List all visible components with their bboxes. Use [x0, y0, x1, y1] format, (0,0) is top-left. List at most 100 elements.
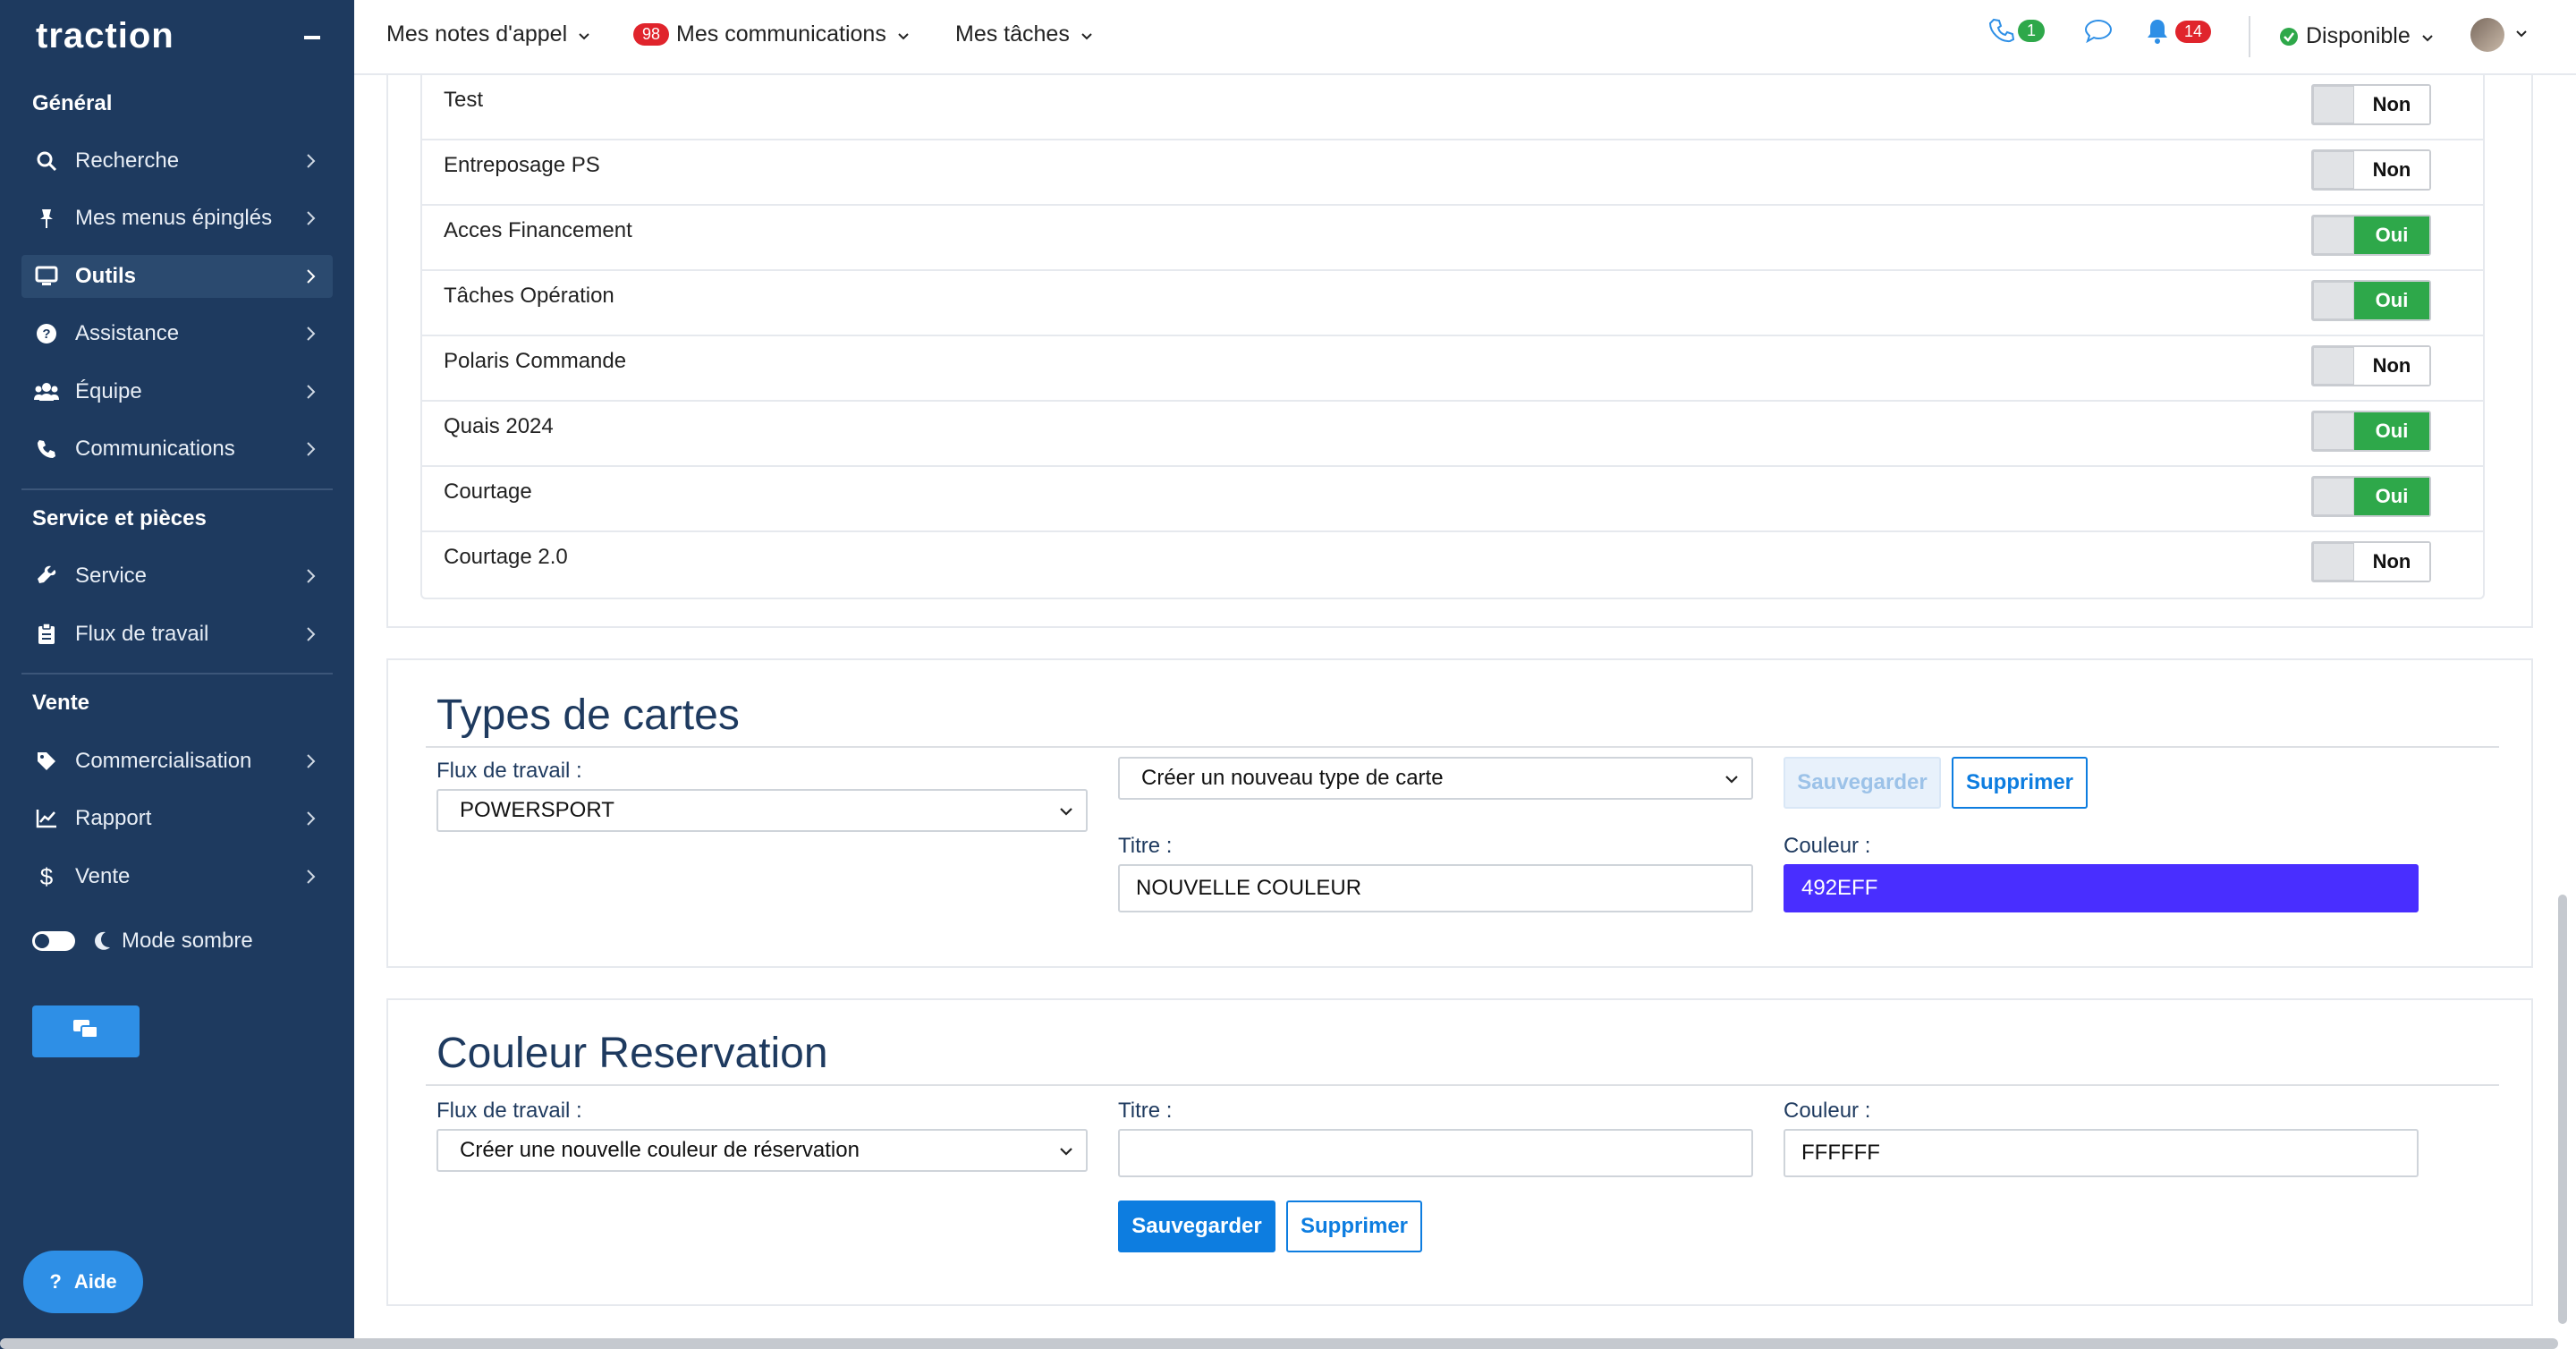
permission-toggle[interactable]: Non: [2311, 149, 2431, 191]
section-service: Service et pièces: [32, 506, 207, 530]
chevron-right-icon: [299, 806, 324, 831]
chevron-down-icon: [2515, 27, 2528, 43]
sidebar-item-recherche[interactable]: Recherche: [21, 140, 333, 182]
chevron-down-icon: [578, 21, 590, 47]
permission-label: Entreposage PS: [444, 153, 600, 177]
phone-status[interactable]: 1: [1989, 18, 2052, 43]
sidebar-item-service[interactable]: Service: [21, 555, 333, 598]
chevron-right-icon: [299, 264, 324, 289]
reservation-color-card: Couleur Reservation Flux de travail : Cr…: [386, 998, 2533, 1306]
moon-icon: [93, 931, 111, 951]
tasks-label: Mes tâches: [955, 21, 1070, 47]
communications-label: Mes communications: [676, 21, 886, 47]
sidebar-item-pinned[interactable]: Mes menus épinglés: [21, 197, 333, 240]
permission-row: Test Non: [422, 75, 2483, 140]
save-button-disabled[interactable]: Sauvegarder: [1784, 757, 1941, 809]
collapse-sidebar-button[interactable]: [304, 36, 320, 39]
vertical-scrollbar[interactable]: [2558, 895, 2567, 1324]
chevron-down-icon: [1080, 21, 1093, 47]
permission-row: Polaris Commande Non: [422, 336, 2483, 402]
permission-toggle[interactable]: Oui: [2311, 280, 2431, 321]
toggle-knob: [2313, 478, 2354, 515]
permission-row: Tâches Opération Oui: [422, 271, 2483, 336]
chevron-down-icon: [1057, 1141, 1075, 1167]
reservation-title: Couleur Reservation: [436, 1030, 828, 1077]
check-circle-icon: [2279, 27, 2299, 47]
permission-label: Courtage: [444, 479, 532, 504]
workflow-label: Flux de travail :: [436, 1099, 582, 1123]
toggle-label: Non: [2354, 151, 2429, 189]
workflow-select[interactable]: POWERSPORT: [436, 789, 1088, 832]
tag-icon: [34, 749, 59, 774]
permission-label: Test: [444, 88, 484, 112]
delete-button[interactable]: Supprimer: [1952, 757, 2088, 809]
permissions-table: Test Non Entreposage PS Non Acces Financ…: [420, 75, 2485, 599]
horizontal-scrollbar[interactable]: [0, 1338, 2558, 1349]
tasks-menu[interactable]: Mes tâches: [955, 21, 1093, 47]
toggle-knob: [2313, 86, 2354, 123]
card-type-select[interactable]: Créer un nouveau type de carte: [1118, 757, 1753, 800]
permission-toggle[interactable]: Oui: [2311, 215, 2431, 256]
color-label: Couleur :: [1784, 1099, 1871, 1123]
sidebar-item-commercialisation[interactable]: Commercialisation: [21, 740, 333, 783]
chevron-right-icon: [299, 437, 324, 462]
sidebar-item-label: Assistance: [75, 321, 180, 345]
topbar-divider: [2249, 16, 2250, 57]
toggle-label: Oui: [2354, 216, 2429, 254]
permission-toggle[interactable]: Oui: [2311, 411, 2431, 452]
sidebar-item-equipe[interactable]: Équipe: [21, 370, 333, 413]
permission-row: Courtage Oui: [422, 467, 2483, 532]
reservation-title-input[interactable]: [1118, 1129, 1753, 1177]
communications-badge: 98: [633, 23, 670, 46]
notifications[interactable]: 14: [2145, 18, 2218, 45]
workflow-label: Flux de travail :: [436, 759, 582, 783]
chat-button[interactable]: [32, 1005, 140, 1057]
permission-row: Courtage 2.0 Non: [422, 532, 2483, 598]
chevron-down-icon: [1057, 802, 1075, 827]
dark-mode-toggle[interactable]: [32, 931, 75, 951]
sidebar-item-outils[interactable]: Outils: [21, 255, 333, 298]
reservation-delete-button[interactable]: Supprimer: [1286, 1201, 1422, 1252]
permission-row: Acces Financement Oui: [422, 206, 2483, 271]
permission-label: Courtage 2.0: [444, 545, 568, 569]
color-input[interactable]: 492EFF: [1784, 864, 2419, 912]
title-input[interactable]: NOUVELLE COULEUR: [1118, 864, 1753, 912]
sidebar-item-communications[interactable]: Communications: [21, 428, 333, 471]
clipboard-icon: [34, 622, 59, 647]
toggle-knob: [2313, 347, 2354, 385]
notifications-badge: 14: [2175, 20, 2212, 43]
toggle-knob: [2313, 282, 2354, 319]
communications-menu[interactable]: 98 Mes communications: [633, 21, 910, 47]
chat-icon-button[interactable]: [2084, 18, 2113, 43]
permission-toggle[interactable]: Non: [2311, 84, 2431, 125]
sidebar-item-vente[interactable]: $ Vente: [21, 855, 333, 898]
toggle-label: Non: [2354, 86, 2429, 123]
card-types-title: Types de cartes: [436, 691, 740, 739]
permission-row: Quais 2024 Oui: [422, 402, 2483, 467]
dark-mode-label: Mode sombre: [122, 929, 253, 953]
section-general: Général: [32, 91, 113, 115]
reservation-color-input[interactable]: FFFFFF: [1784, 1129, 2419, 1177]
sidebar-item-assistance[interactable]: ? Assistance: [21, 312, 333, 355]
sidebar-item-rapport[interactable]: Rapport: [21, 797, 333, 840]
permission-toggle[interactable]: Oui: [2311, 476, 2431, 517]
svg-text:?: ?: [42, 327, 50, 342]
status-label: Disponible: [2306, 23, 2411, 48]
reservation-workflow-select[interactable]: Créer une nouvelle couleur de réservatio…: [436, 1129, 1088, 1172]
permission-toggle[interactable]: Non: [2311, 345, 2431, 386]
toggle-label: Oui: [2354, 282, 2429, 319]
question-icon: ?: [49, 1270, 62, 1293]
reservation-save-button[interactable]: Sauvegarder: [1118, 1201, 1275, 1252]
toggle-label: Oui: [2354, 412, 2429, 450]
help-button[interactable]: ? Aide: [23, 1251, 143, 1313]
chevron-down-icon: [897, 21, 910, 47]
sidebar-item-flux[interactable]: Flux de travail: [21, 613, 333, 656]
sidebar-item-label: Équipe: [75, 379, 142, 403]
user-menu[interactable]: [2470, 18, 2528, 52]
section-vente: Vente: [32, 691, 90, 715]
permission-toggle[interactable]: Non: [2311, 541, 2431, 582]
call-notes-menu[interactable]: Mes notes d'appel: [386, 21, 590, 47]
sidebar: traction Général Recherche Mes menus épi…: [0, 0, 354, 1349]
search-icon: [34, 148, 59, 174]
status-menu[interactable]: Disponible: [2279, 23, 2434, 49]
